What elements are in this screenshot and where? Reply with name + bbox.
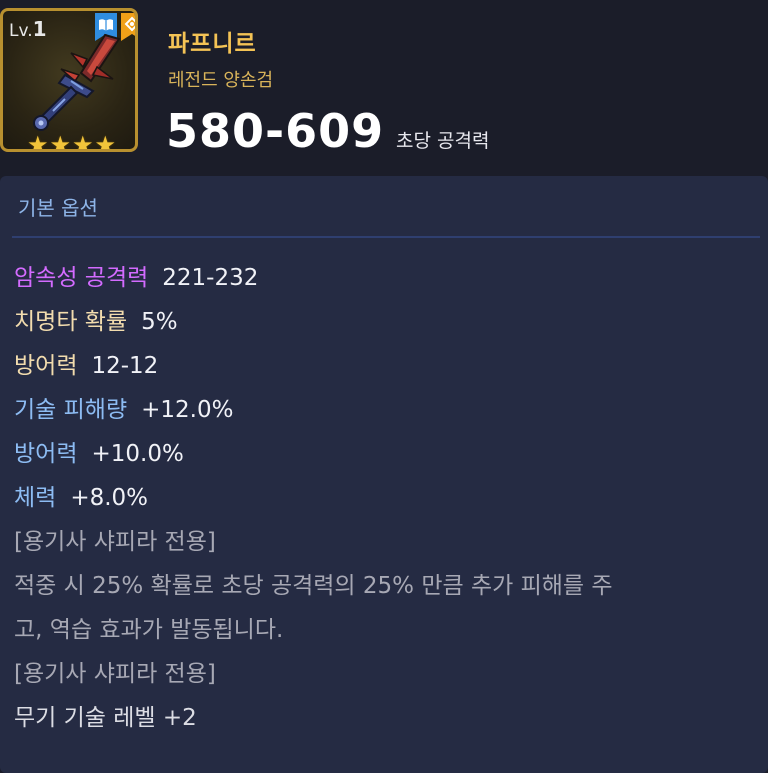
stat-name: 방어력 xyxy=(14,441,78,467)
stat-value: +10.0% xyxy=(91,441,184,467)
stat-name: 치명타 확률 xyxy=(14,309,128,335)
effect-description: 고, 역습 효과가 발동됩니다. xyxy=(14,617,284,643)
item-type: 레전드 양손검 xyxy=(168,70,274,91)
item-name: 파프니르 xyxy=(168,31,257,57)
stat-value: 5% xyxy=(141,309,178,335)
divider xyxy=(12,236,760,238)
star-icon: ★ xyxy=(94,131,117,152)
item-header: Lv.1 ★ ★ ★ ★ 파프니르 레전드 양손검 580-609 초당 공격력 xyxy=(0,0,768,176)
stat-row: 치명타 확률 5% xyxy=(14,302,178,336)
star-icon: ★ xyxy=(72,131,94,152)
star-icon: ★ xyxy=(49,131,72,152)
stat-row: 암속성 공격력 221-232 xyxy=(14,258,258,292)
attack-label: 초당 공격력 xyxy=(396,130,490,152)
greatsword-icon xyxy=(33,33,121,131)
attack-value: 580-609 xyxy=(166,104,385,158)
stat-row: 방어력 +10.0% xyxy=(14,434,184,468)
stat-name: 방어력 xyxy=(14,353,78,379)
section-title: 기본 옵션 xyxy=(18,196,98,220)
exclusive-tag: [용기사 샤피라 전용] xyxy=(14,529,216,555)
stat-row: 체력 +8.0% xyxy=(14,478,148,512)
star-icon: ★ xyxy=(27,131,49,152)
stat-value: +8.0% xyxy=(70,485,149,511)
weapon-skill-bonus: 무기 기술 레벨 +2 xyxy=(14,705,197,731)
options-panel: 기본 옵션 암속성 공격력 221-232 치명타 확률 5% 방어력 12-12 기… xyxy=(0,176,768,773)
stat-value: 221-232 xyxy=(162,265,259,291)
stat-value: +12.0% xyxy=(141,397,234,423)
item-icon-frame[interactable]: Lv.1 ★ ★ ★ ★ xyxy=(0,8,138,152)
stat-name: 암속성 공격력 xyxy=(14,265,149,291)
stat-name: 기술 피해량 xyxy=(14,397,128,423)
item-tooltip: Lv.1 ★ ★ ★ ★ 파프니르 레전드 양손검 580-609 초당 공격력… xyxy=(0,0,768,773)
exclusive-tag: [용기사 샤피라 전용] xyxy=(14,661,216,687)
stat-value: 12-12 xyxy=(91,353,159,379)
effect-description: 적중 시 25% 확률로 초당 공격력의 25% 만큼 추가 피해를 주 xyxy=(14,573,613,599)
stat-row: 방어력 12-12 xyxy=(14,346,158,380)
stat-name: 체력 xyxy=(14,485,57,511)
star-rating: ★ ★ ★ ★ xyxy=(27,131,117,152)
stat-row: 기술 피해량 +12.0% xyxy=(14,390,233,424)
